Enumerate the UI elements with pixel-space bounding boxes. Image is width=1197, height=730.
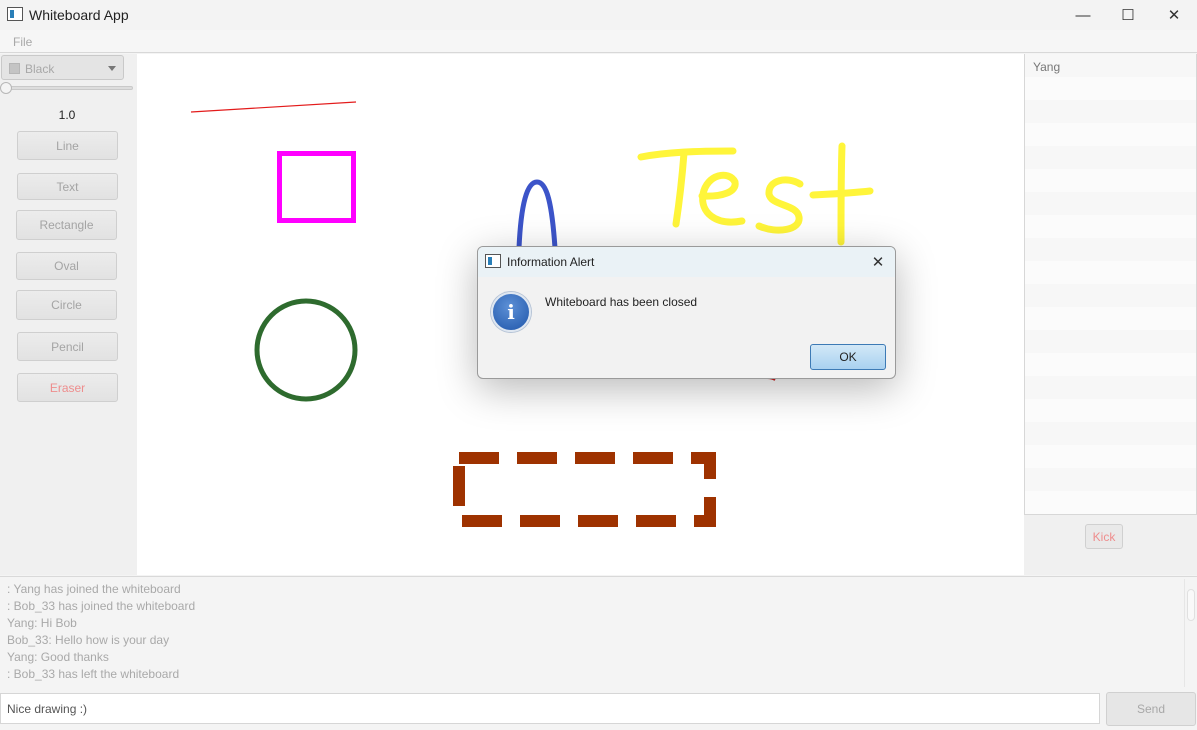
- stroke-width-slider-thumb[interactable]: [0, 82, 12, 94]
- chat-scrollbar-thumb[interactable]: [1187, 589, 1195, 621]
- drawn-dashed-box: [453, 452, 716, 527]
- dialog-title: Information Alert: [507, 255, 595, 269]
- kick-button[interactable]: Kick: [1085, 524, 1123, 549]
- rectangle-tool-button[interactable]: Rectangle: [16, 210, 117, 240]
- color-label: Black: [25, 62, 55, 76]
- window-title: Whiteboard App: [29, 7, 129, 23]
- maximize-button[interactable]: ☐: [1105, 0, 1151, 30]
- whiteboard-window: Whiteboard App — ☐ ✕ File Black 1.0 Line…: [0, 0, 1197, 730]
- send-button[interactable]: Send: [1106, 692, 1196, 726]
- pencil-tool-button[interactable]: Pencil: [17, 332, 118, 361]
- minimize-button[interactable]: —: [1060, 0, 1106, 30]
- chat-message: Yang: Good thanks: [7, 650, 109, 664]
- eraser-tool-button[interactable]: Eraser: [17, 373, 118, 402]
- color-swatch: [9, 63, 20, 74]
- text-tool-button[interactable]: Text: [17, 173, 118, 200]
- dialog-message: Whiteboard has been closed: [545, 295, 698, 309]
- app-window-icon: [7, 7, 23, 21]
- ok-button[interactable]: OK: [810, 344, 886, 370]
- drawn-line: [190, 101, 357, 113]
- chat-input[interactable]: Nice drawing :): [0, 693, 1100, 724]
- close-window-button[interactable]: ✕: [1151, 0, 1197, 30]
- kick-panel: Kick: [1024, 514, 1197, 575]
- chevron-down-icon: [108, 66, 116, 71]
- drawn-pencil-text: [637, 142, 874, 246]
- user-list-item[interactable]: Yang: [1033, 60, 1060, 74]
- chat-message: Yang: Hi Bob: [7, 616, 77, 630]
- close-icon[interactable]: ✕: [867, 251, 889, 273]
- dialog-title-bar: Information Alert ✕: [478, 247, 895, 277]
- chat-log[interactable]: : Yang has joined the whiteboard : Bob_3…: [0, 576, 1197, 688]
- chat-message: : Bob_33 has left the whiteboard: [7, 667, 180, 681]
- drawn-rectangle: [277, 151, 356, 223]
- oval-tool-button[interactable]: Oval: [16, 252, 117, 280]
- app-window-icon: [485, 254, 501, 268]
- title-bar: Whiteboard App — ☐ ✕: [0, 0, 1197, 30]
- color-picker[interactable]: Black: [1, 55, 124, 80]
- drawn-oval: [516, 179, 558, 251]
- info-icon: i: [491, 292, 531, 332]
- stroke-width-slider[interactable]: [3, 86, 133, 90]
- menu-file[interactable]: File: [13, 35, 32, 49]
- information-alert-dialog: Information Alert ✕ i Whiteboard has bee…: [477, 246, 896, 379]
- chat-message: : Bob_33 has joined the whiteboard: [7, 599, 196, 613]
- tool-panel: Black 1.0 Line Text Rectangle Oval Circl…: [0, 54, 137, 575]
- menu-bar: File: [0, 30, 1197, 53]
- stroke-width-value: 1.0: [58, 108, 76, 122]
- chat-message: : Yang has joined the whiteboard: [7, 582, 181, 596]
- chat-message: Bob_33: Hello how is your day: [7, 633, 170, 647]
- line-tool-button[interactable]: Line: [17, 131, 118, 160]
- drawn-circle: [254, 298, 358, 402]
- circle-tool-button[interactable]: Circle: [16, 290, 117, 320]
- chat-scrollbar[interactable]: [1184, 579, 1196, 687]
- user-list[interactable]: Yang: [1024, 54, 1197, 514]
